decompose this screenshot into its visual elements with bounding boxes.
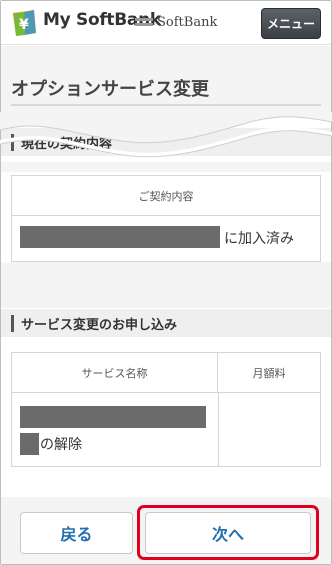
menu-button[interactable]: メニュー: [261, 8, 321, 39]
current-contract-table: ご契約内容 に加入済み: [11, 175, 321, 262]
section-gap: [1, 262, 331, 308]
next-button[interactable]: 次へ: [145, 512, 311, 554]
svg-text:¥: ¥: [19, 17, 29, 33]
softbank-bars-icon: [135, 17, 153, 27]
softbank-wordmark: SoftBank: [135, 15, 218, 30]
redacted-service-name: [20, 433, 39, 455]
section-gap: [1, 162, 331, 172]
service-change-table: サービス名称 月額料 の解除: [11, 352, 321, 467]
service-name-column-header: サービス名称: [12, 353, 218, 393]
service-action-text: の解除: [40, 437, 82, 453]
torn-edge-graphic: [0, 112, 332, 158]
app-header: ¥ My SoftBank SoftBank メニュー: [1, 1, 331, 45]
column-divider: [218, 393, 219, 466]
section-marker: [11, 315, 14, 332]
title-divider: [11, 104, 321, 106]
contract-status-text: に加入済み: [224, 231, 294, 247]
back-button[interactable]: 戻る: [20, 512, 133, 554]
redacted-plan-name: [20, 226, 220, 248]
softbank-wordmark-text: SoftBank: [157, 15, 218, 30]
section-gap: [1, 337, 331, 349]
service-change-header: サービス変更のお申し込み: [1, 309, 331, 337]
redacted-service-name: [20, 406, 206, 428]
service-change-heading: サービス変更のお申し込み: [21, 318, 178, 333]
page-title: オプションサービス変更: [11, 79, 209, 100]
softbank-logo-icon: ¥: [13, 10, 36, 36]
monthly-fee-column-header: 月額料: [218, 353, 320, 393]
contract-column-header: ご契約内容: [12, 176, 320, 216]
